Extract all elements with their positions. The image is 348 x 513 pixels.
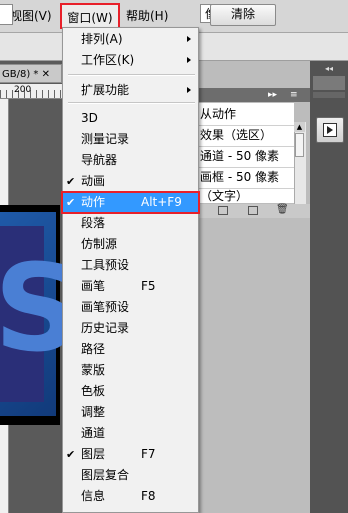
delete-icon[interactable]: 🗑 [276,205,289,215]
menu-item-label: 扩展功能 [81,83,130,97]
menu-item-label: 仿制源 [81,237,118,251]
menu-item[interactable]: 历史记录 [62,318,199,339]
menu-item-label: 路径 [81,342,106,356]
menu-item-label: 历史记录 [81,321,130,335]
new-set-icon[interactable] [218,206,228,215]
ruler-label: 200 [14,85,32,95]
menu-item[interactable]: 通道 [62,423,199,444]
menu-item-label: 色板 [81,384,106,398]
dock-grip[interactable] [313,92,345,98]
submenu-arrow-icon [187,57,191,63]
menu-item[interactable]: 工具预设 [62,255,199,276]
dock-header [313,76,345,90]
option-field[interactable] [0,4,13,25]
menu-item-label: 蒙版 [81,363,106,377]
panel-menu-icon[interactable]: ≡ [290,88,304,102]
check-icon: ✔ [66,196,76,209]
menu-item-shortcut: F5 [141,279,156,293]
check-icon: ✔ [66,175,76,188]
new-action-icon[interactable] [248,206,258,215]
action-row[interactable]: 从动作 [198,104,294,126]
menu-item-label: 动作 [81,195,106,209]
menu-item[interactable]: 画笔 F5 [62,276,199,297]
clear-button[interactable]: 清除 [210,4,276,26]
menu-item[interactable]: 排列(A) [62,29,199,50]
menu-item-label: 画笔预设 [81,300,130,314]
menu-item[interactable]: 段落 [62,213,199,234]
menu-item[interactable]: ✔ 图层 F7 [62,444,199,465]
menu-item-label: 图层复合 [81,468,130,482]
menu-item-shortcut: F7 [141,447,156,461]
menu-item[interactable]: 画笔预设 [62,297,199,318]
menu-item[interactable]: 调整 [62,402,199,423]
panel-collapse-icon[interactable]: ▸▸ [268,88,284,102]
panel-empty-area [198,218,310,513]
menu-item-label: 动画 [81,174,106,188]
menu-item-label: 测量记录 [81,132,130,146]
menu-item[interactable]: ✔ 动作 Alt+F9 [61,191,200,214]
document-tab[interactable]: GB/8) * ✕ [0,64,62,83]
menu-view[interactable]: 视图(V) [10,0,52,32]
menu-item-label: 调整 [81,405,106,419]
check-icon: ✔ [66,448,76,461]
menu-item-shortcut: Alt+F9 [141,195,182,209]
scroll-up-icon[interactable]: ▲ [294,122,305,132]
menu-item-label: 段落 [81,216,106,230]
menu-item-label: 工具预设 [81,258,130,272]
menu-item-label: 通道 [81,426,106,440]
submenu-arrow-icon [187,36,191,42]
menu-item[interactable]: 路径 [62,339,199,360]
menu-window[interactable]: 窗口(W) [60,3,120,29]
menu-item[interactable]: 色板 [62,381,199,402]
menu-item-shortcut: F8 [141,489,156,503]
action-row[interactable]: 效果（选区） [198,125,294,147]
menu-item[interactable]: 信息 F8 [62,486,199,507]
menu-item-label: 图层 [81,447,106,461]
scroll-thumb[interactable] [295,133,304,157]
menu-item[interactable]: 测量记录 [62,129,199,150]
menu-item[interactable]: 蒙版 [62,360,199,381]
menu-item[interactable]: 扩展功能 [62,80,199,101]
menu-item[interactable]: ✔ 动画 [62,171,199,192]
action-row[interactable]: 通道 - 50 像素 [198,146,294,168]
menu-item[interactable]: 3D [62,108,199,129]
menu-item[interactable]: 工作区(K) [62,50,199,71]
menu-item-label: 画笔 [81,279,106,293]
menu-item-label: 3D [81,111,98,125]
menu-item-label: 导航器 [81,153,118,167]
menu-item-label: 信息 [81,489,106,503]
dock-collapse-icon[interactable]: ◂◂ [314,64,344,74]
menu-separator [68,102,195,104]
menu-separator [68,74,195,76]
menu-item[interactable]: 导航器 [62,150,199,171]
menu-item[interactable]: 图层复合 [62,465,199,486]
submenu-arrow-icon [187,87,191,93]
menu-item[interactable]: 仿制源 [62,234,199,255]
menu-item-label: 排列(A) [81,32,123,46]
menu-item-label: 工作区(K) [81,53,135,67]
play-triangle-icon [327,126,333,134]
